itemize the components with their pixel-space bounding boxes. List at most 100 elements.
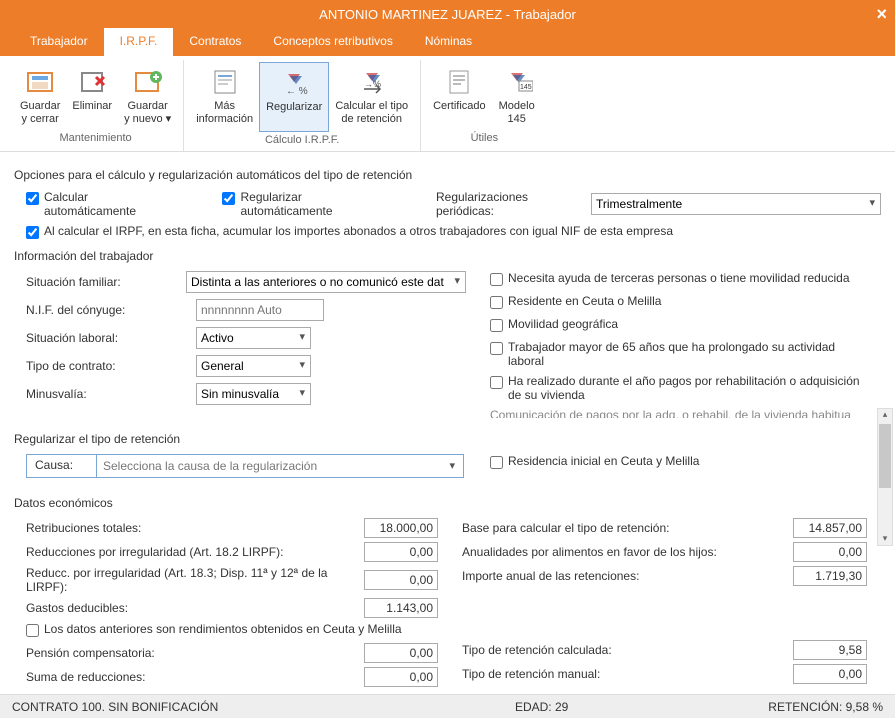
opts-title: Opciones para el cálculo y regularizació… <box>14 168 881 182</box>
tab-trabajador[interactable]: Trabajador <box>14 28 104 56</box>
svg-text:145: 145 <box>520 84 532 91</box>
retrib-label: Retribuciones totales: <box>26 521 364 535</box>
scroll-up-icon[interactable]: ▴ <box>878 409 892 423</box>
mas-informacion-button[interactable]: Más información <box>190 62 259 132</box>
btn-l1: Más <box>214 100 235 113</box>
minus-select[interactable]: Sin minusvalía <box>196 383 311 405</box>
delete-icon <box>76 66 108 98</box>
btn-l1: Certificado <box>433 100 486 113</box>
cut-text: Comunicación de pagos por la adq. o reha… <box>490 408 850 418</box>
pagos-vivienda-checkbox[interactable]: Ha realizado durante el año pagos por re… <box>490 374 867 402</box>
importe-value[interactable]: 1.719,30 <box>793 566 867 586</box>
btn-l2: y nuevo ▾ <box>124 113 171 126</box>
ribbon-group-mantenimiento: Guardar y cerrar Eliminar Guardar y nuev… <box>8 60 184 151</box>
main-tabs: Trabajador I.R.P.F. Contratos Conceptos … <box>0 28 895 56</box>
tipoman-label: Tipo de retención manual: <box>462 667 793 681</box>
calcular-icon: →% <box>356 66 388 98</box>
movilidad-geo-checkbox[interactable]: Movilidad geográfica <box>490 317 867 332</box>
modelo145-icon: 145 <box>501 66 533 98</box>
reduc183-value[interactable]: 0,00 <box>364 570 438 590</box>
close-icon[interactable]: × <box>876 4 887 25</box>
nif-input[interactable] <box>196 299 324 321</box>
info-icon <box>209 66 241 98</box>
anual-value[interactable]: 0,00 <box>793 542 867 562</box>
scrollbar[interactable]: ▴ ▾ <box>877 408 893 546</box>
btn-l2: información <box>196 113 253 126</box>
tipoman-value[interactable]: 0,00 <box>793 664 867 684</box>
btn-l1: Guardar <box>20 100 60 113</box>
btn-l1: Guardar <box>127 100 167 113</box>
status-contrato: CONTRATO 100. SIN BONIFICACIÓN <box>12 700 218 714</box>
base-value[interactable]: 14.857,00 <box>793 518 867 538</box>
causa-label: Causa: <box>27 455 97 477</box>
base-label: Base para calcular el tipo de retención: <box>462 521 793 535</box>
importe-label: Importe anual de las retenciones: <box>462 569 793 583</box>
modelo-145-button[interactable]: 145 Modelo 145 <box>492 62 542 130</box>
mayor65-checkbox[interactable]: Trabajador mayor de 65 años que ha prolo… <box>490 340 867 368</box>
titlebar: ANTONIO MARTINEZ JUAREZ - Trabajador × <box>0 0 895 28</box>
reg-title: Regularizar el tipo de retención <box>14 432 881 446</box>
statusbar: CONTRATO 100. SIN BONIFICACIÓN EDAD: 29 … <box>0 694 895 718</box>
acumular-checkbox[interactable]: Al calcular el IRPF, en esta ficha, acum… <box>26 224 673 239</box>
regularizar-icon: ← % → <box>278 67 310 99</box>
certificate-icon <box>443 66 475 98</box>
ceuta-rend-checkbox[interactable]: Los datos anteriores son rendimientos ob… <box>26 622 438 637</box>
svg-text:→%: →% <box>364 79 381 89</box>
status-edad: EDAD: 29 <box>515 700 568 714</box>
sitfam-select[interactable]: Distinta a las anteriores o no comunicó … <box>186 271 466 293</box>
btn-l2: y cerrar <box>22 113 59 126</box>
causa-select[interactable]: Causa: Selecciona la causa de la regular… <box>26 454 464 478</box>
sitlab-label: Situación laboral: <box>26 331 196 345</box>
residencia-inicial-checkbox[interactable]: Residencia inicial en Ceuta y Melilla <box>490 454 867 469</box>
calcular-tipo-button[interactable]: →% Calcular el tipo de retención <box>329 62 414 132</box>
btn-l1: Calcular el tipo <box>335 100 408 113</box>
btn-l2: de retención <box>341 113 402 126</box>
reg-period-select[interactable]: Trimestralmente <box>591 193 881 215</box>
ribbon-group-label: Cálculo I.R.P.F. <box>265 132 339 149</box>
gastos-value[interactable]: 1.143,00 <box>364 598 438 618</box>
sitlab-select[interactable]: Activo <box>196 327 311 349</box>
tipocalc-label: Tipo de retención calculada: <box>462 643 793 657</box>
ribbon-group-label: Útiles <box>471 130 499 147</box>
calc-auto-checkbox[interactable]: Calcular automáticamente <box>26 190 180 218</box>
reg-auto-checkbox[interactable]: Regularizar automáticamente <box>222 190 394 218</box>
pension-value[interactable]: 0,00 <box>364 643 438 663</box>
tipocon-label: Tipo de contrato: <box>26 359 196 373</box>
save-close-icon <box>24 66 56 98</box>
btn-l2: 145 <box>507 113 525 126</box>
tab-contratos[interactable]: Contratos <box>173 28 257 56</box>
necesita-ayuda-checkbox[interactable]: Necesita ayuda de terceras personas o ti… <box>490 271 867 286</box>
tab-conceptos[interactable]: Conceptos retributivos <box>257 28 408 56</box>
btn-l2 <box>458 113 461 126</box>
btn-l1: Regularizar <box>266 101 322 114</box>
eliminar-button[interactable]: Eliminar <box>66 62 118 130</box>
minus-label: Minusvalía: <box>26 387 196 401</box>
residente-ceuta-checkbox[interactable]: Residente en Ceuta o Melilla <box>490 294 867 309</box>
btn-l1: Eliminar <box>72 100 112 113</box>
tipocon-select[interactable]: General <box>196 355 311 377</box>
causa-placeholder[interactable]: Selecciona la causa de la regularización <box>97 455 463 477</box>
content-area: Opciones para el cálculo y regularizació… <box>0 152 895 698</box>
ribbon-group-calculo: Más información ← % → Regularizar →% Cal… <box>184 60 421 151</box>
reducirr-value[interactable]: 0,00 <box>364 542 438 562</box>
suma-value[interactable]: 0,00 <box>364 667 438 687</box>
reducirr-label: Reducciones por irregularidad (Art. 18.2… <box>26 545 364 559</box>
tab-nominas[interactable]: Nóminas <box>409 28 488 56</box>
econ-title: Datos económicos <box>14 496 881 510</box>
scroll-thumb[interactable] <box>879 424 891 488</box>
regularizar-button[interactable]: ← % → Regularizar <box>259 62 329 132</box>
certificado-button[interactable]: Certificado <box>427 62 492 130</box>
nif-label: N.I.F. del cónyuge: <box>26 303 196 317</box>
tipocalc-value[interactable]: 9,58 <box>793 640 867 660</box>
sitfam-label: Situación familiar: <box>26 275 186 289</box>
scroll-down-icon[interactable]: ▾ <box>878 533 892 547</box>
retrib-value[interactable]: 18.000,00 <box>364 518 438 538</box>
tab-irpf[interactable]: I.R.P.F. <box>104 28 174 56</box>
ribbon-group-utiles: Certificado 145 Modelo 145 Útiles <box>421 60 548 151</box>
reduc183-label: Reducc. por irregularidad (Art. 18.3; Di… <box>26 566 364 594</box>
guardar-nuevo-button[interactable]: Guardar y nuevo ▾ <box>118 62 177 130</box>
btn-l2 <box>91 113 94 126</box>
ribbon: Guardar y cerrar Eliminar Guardar y nuev… <box>0 56 895 152</box>
guardar-cerrar-button[interactable]: Guardar y cerrar <box>14 62 66 130</box>
save-new-icon <box>132 66 164 98</box>
